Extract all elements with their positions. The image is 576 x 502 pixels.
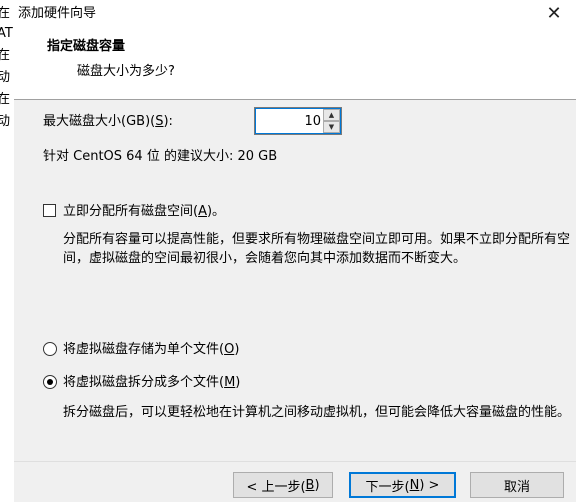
background-text: 在 bbox=[0, 6, 10, 22]
spin-buttons: ▲ ▼ bbox=[323, 109, 340, 133]
spin-down-button[interactable]: ▼ bbox=[323, 121, 340, 133]
close-button[interactable]: ✕ bbox=[532, 0, 576, 28]
page-title: 指定磁盘容量 bbox=[47, 39, 126, 54]
single-file-radio[interactable] bbox=[43, 342, 57, 356]
multiple-files-radio[interactable] bbox=[43, 375, 57, 389]
screen: 在 AT 在 动 在 动 添加硬件向导 ✕ 指定磁盘容量 磁盘大小为多少? 最大… bbox=[0, 0, 576, 502]
spin-up-button[interactable]: ▲ bbox=[323, 109, 340, 121]
multiple-files-label[interactable]: 将虚拟磁盘拆分成多个文件(M) bbox=[63, 374, 240, 391]
allocate-description: 分配所有容量可以提高性能，但要求所有物理磁盘空间立即可用。如果不立即分配所有空间… bbox=[63, 232, 571, 266]
close-icon: ✕ bbox=[546, 3, 562, 24]
wizard-header: 指定磁盘容量 磁盘大小为多少? bbox=[14, 28, 576, 100]
background-text: 在 bbox=[0, 48, 10, 64]
add-hardware-wizard-dialog: 添加硬件向导 ✕ 指定磁盘容量 磁盘大小为多少? 最大磁盘大小(GB)(S): … bbox=[14, 0, 576, 502]
background-text: 动 bbox=[0, 70, 10, 86]
split-description: 拆分磁盘后，可以更轻松地在计算机之间移动虚拟机，但可能会降低大容量磁盘的性能。 bbox=[63, 405, 571, 420]
allocate-all-checkbox[interactable] bbox=[43, 204, 56, 217]
allocate-all-label[interactable]: 立即分配所有磁盘空间(A)。 bbox=[63, 203, 225, 220]
back-button[interactable]: < 上一步(B) bbox=[233, 472, 333, 498]
window-title: 添加硬件向导 bbox=[18, 6, 97, 21]
cancel-button[interactable]: 取消 bbox=[470, 472, 564, 498]
recommended-size-text: 针对 CentOS 64 位 的建议大小: 20 GB bbox=[43, 149, 278, 164]
disk-size-label: 最大磁盘大小(GB)(S): bbox=[43, 114, 173, 129]
arrow-down-icon: ▼ bbox=[328, 122, 335, 131]
single-file-label[interactable]: 将虚拟磁盘存储为单个文件(O) bbox=[63, 341, 239, 358]
background-text: AT bbox=[0, 26, 13, 41]
arrow-up-icon: ▲ bbox=[328, 110, 335, 119]
disk-size-spinbox[interactable]: ▲ ▼ bbox=[254, 107, 342, 135]
background-text: 动 bbox=[0, 114, 10, 130]
background-text: 在 bbox=[0, 92, 10, 108]
page-subtitle: 磁盘大小为多少? bbox=[77, 64, 175, 79]
next-button[interactable]: 下一步(N) > bbox=[349, 472, 456, 498]
disk-size-input[interactable] bbox=[257, 111, 321, 131]
background-window: 在 AT 在 动 在 动 bbox=[0, 0, 15, 502]
footer-divider bbox=[14, 461, 576, 462]
title-bar: 添加硬件向导 ✕ bbox=[14, 0, 576, 28]
